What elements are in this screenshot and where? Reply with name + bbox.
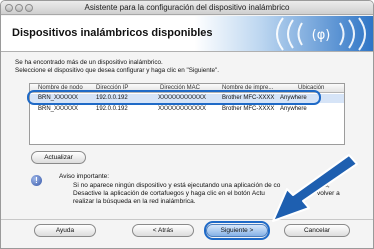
table-row[interactable]: BRN_XXXXXX 192.0.0.192 XXXXXXXXXXXX Brot… <box>30 105 344 114</box>
zoom-window-button[interactable] <box>25 4 33 12</box>
page-title: Dispositivos inalámbricos disponibles <box>12 27 213 39</box>
wireless-waves-icon: (φ) <box>276 17 366 51</box>
notice-line-3: realizar la búsqueda en la red inalámbri… <box>73 198 196 205</box>
info-icon: ! <box>31 175 42 186</box>
wizard-window: Asistente para la configuración del disp… <box>0 0 374 249</box>
window-title: Asistente para la configuración del disp… <box>84 3 290 12</box>
pointer-arrow-icon <box>272 154 358 222</box>
header-banner: Dispositivos inalámbricos disponibles (φ… <box>1 16 373 52</box>
selected-row-highlight <box>27 90 321 105</box>
cell-ip: 192.0.0.192 <box>96 106 128 112</box>
cell-mac: XXXXXXXXXXXX <box>158 106 207 112</box>
cell-node: BRN_XXXXXX <box>38 106 79 112</box>
notice-title: Aviso importante: <box>59 173 110 180</box>
refresh-button[interactable]: Actualizar <box>31 151 86 164</box>
instruction-line-2: Seleccione el dispositivo que desea conf… <box>15 67 219 74</box>
svg-text:(φ): (φ) <box>312 28 331 43</box>
help-button[interactable]: Ayuda <box>34 224 96 237</box>
back-button[interactable]: < Atrás <box>132 224 194 237</box>
notice-line-2: Desactive la aplicación de cortafuegos y… <box>73 190 265 197</box>
cell-location: Anywhere <box>280 106 307 112</box>
instruction-line-1: Se ha encontrado más de un dispositivo i… <box>15 59 163 66</box>
notice-line-1: Si no aparece ningún dispositivo y está … <box>73 182 281 189</box>
close-window-button[interactable] <box>5 4 13 12</box>
minimize-window-button[interactable] <box>15 4 23 12</box>
title-bar: Asistente para la configuración del disp… <box>1 1 373 15</box>
cell-printer: Brother MFC-XXXX <box>222 106 275 112</box>
